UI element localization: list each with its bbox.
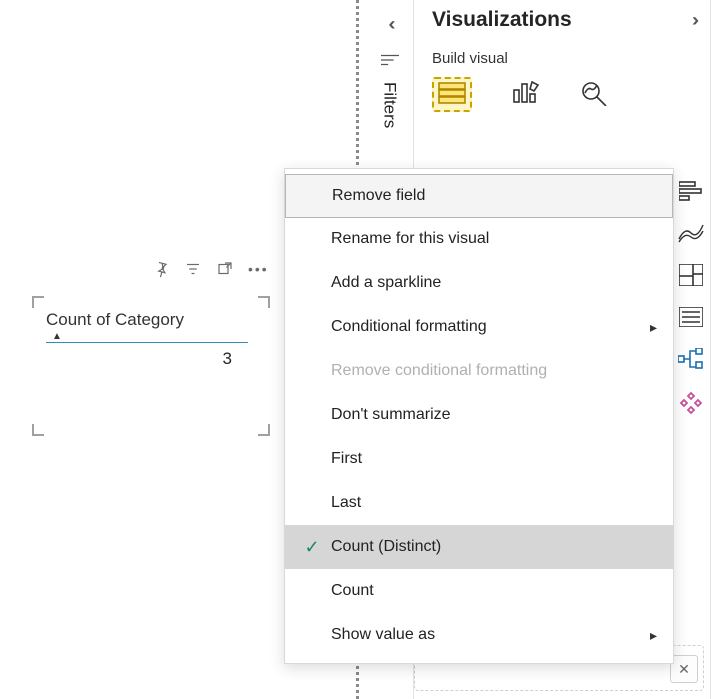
- build-visual-tabs: [432, 77, 700, 112]
- card-icon[interactable]: [679, 307, 703, 330]
- pin-icon[interactable]: [152, 260, 170, 278]
- visual-floating-toolbar: •••: [152, 260, 269, 278]
- more-options-icon[interactable]: •••: [248, 261, 269, 277]
- format-tab-icon[interactable]: [512, 80, 540, 109]
- field-context-menu: Remove field Rename for this visual Add a …: [284, 168, 674, 664]
- collapse-left-icon[interactable]: ‹‹: [389, 14, 391, 35]
- submenu-arrow-icon: ▸: [650, 627, 657, 644]
- table-content: Count of Category ▲ 3: [42, 306, 260, 426]
- menu-item-label: First: [331, 450, 362, 468]
- menu-item[interactable]: First: [285, 437, 673, 481]
- ribbon-chart-icon[interactable]: [678, 223, 704, 246]
- fields-tab-icon[interactable]: [432, 77, 472, 112]
- visual-gallery-strip: [672, 180, 710, 418]
- menu-item[interactable]: Remove field: [285, 174, 673, 218]
- menu-item-label: Last: [331, 494, 361, 512]
- menu-item[interactable]: Conditional formatting ▸: [285, 305, 673, 349]
- pane-title: Visualizations: [432, 8, 572, 32]
- menu-item-label: Remove field: [332, 187, 425, 205]
- menu-item[interactable]: ✓Count (Distinct): [285, 525, 673, 569]
- custom-visual-icon[interactable]: [679, 391, 703, 418]
- expand-pane-icon[interactable]: ››: [692, 10, 694, 31]
- menu-item-label: Count: [331, 582, 374, 600]
- filter-icon[interactable]: [184, 260, 202, 278]
- table-column-header[interactable]: Count of Category: [46, 310, 256, 332]
- sort-ascending-icon[interactable]: ▲: [46, 332, 256, 342]
- analytics-tab-icon[interactable]: [580, 80, 610, 109]
- submenu-arrow-icon: ▸: [650, 319, 657, 336]
- filters-pane-label: Filters: [380, 82, 400, 128]
- stacked-bar-icon[interactable]: [679, 180, 703, 205]
- menu-item-label: Count (Distinct): [331, 538, 441, 556]
- menu-item-label: Rename for this visual: [331, 230, 489, 248]
- menu-item[interactable]: Show value as ▸: [285, 613, 673, 657]
- menu-item: Remove conditional formatting: [285, 349, 673, 393]
- menu-item[interactable]: Count: [285, 569, 673, 613]
- checkmark-icon: ✓: [293, 537, 331, 558]
- pane-subtitle: Build visual: [432, 50, 700, 67]
- treemap-icon[interactable]: [679, 264, 703, 289]
- header-underline: [46, 342, 248, 343]
- menu-item[interactable]: Don't summarize: [285, 393, 673, 437]
- table-visual[interactable]: ••• Count of Category ▲ 3: [32, 296, 270, 436]
- remove-field-x-button[interactable]: ✕: [670, 655, 698, 683]
- menu-item[interactable]: Last: [285, 481, 673, 525]
- menu-item-label: Show value as: [331, 626, 435, 644]
- table-cell-value: 3: [46, 349, 256, 369]
- menu-item-label: Conditional formatting: [331, 318, 487, 336]
- menu-item-label: Don't summarize: [331, 406, 451, 424]
- decomposition-tree-icon[interactable]: [678, 348, 704, 373]
- menu-item[interactable]: Add a sparkline: [285, 261, 673, 305]
- menu-item-label: Add a sparkline: [331, 274, 441, 292]
- filters-icon: [381, 53, 399, 70]
- focus-mode-icon[interactable]: [216, 260, 234, 278]
- menu-item-label: Remove conditional formatting: [331, 362, 547, 380]
- menu-item[interactable]: Rename for this visual: [285, 217, 673, 261]
